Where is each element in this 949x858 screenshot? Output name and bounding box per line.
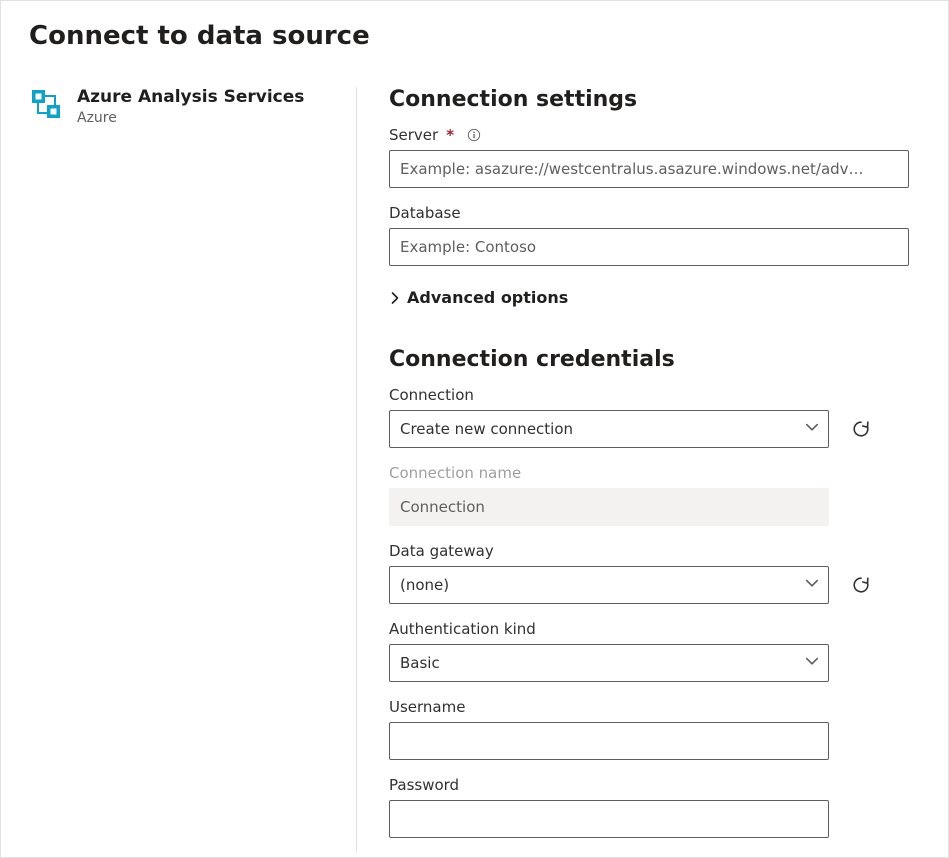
authentication-kind-field: Authentication kind Basic: [389, 620, 912, 682]
username-field: Username: [389, 698, 912, 760]
password-label: Password: [389, 776, 912, 794]
azure-analysis-services-icon: [29, 87, 63, 121]
connection-field: Connection Create new connection: [389, 386, 912, 448]
refresh-icon: [851, 419, 871, 439]
connection-settings-heading: Connection settings: [389, 87, 912, 112]
datasource-category: Azure: [77, 110, 304, 126]
content-area: Azure Analysis Services Azure Connection…: [29, 87, 920, 853]
authentication-kind-select[interactable]: Basic: [389, 644, 829, 682]
datasource-item: Azure Analysis Services Azure: [29, 87, 336, 126]
username-label: Username: [389, 698, 912, 716]
datasource-name: Azure Analysis Services: [77, 87, 304, 108]
server-input[interactable]: [389, 150, 909, 188]
required-mark: *: [446, 126, 454, 144]
authentication-kind-label: Authentication kind: [389, 620, 912, 638]
server-field: Server *: [389, 126, 912, 188]
advanced-options-label: Advanced options: [407, 288, 568, 307]
server-label: Server *: [389, 126, 912, 144]
database-label: Database: [389, 204, 912, 222]
refresh-connections-button[interactable]: [847, 415, 875, 443]
refresh-icon: [851, 575, 871, 595]
advanced-options-toggle[interactable]: Advanced options: [389, 288, 568, 307]
password-field: Password: [389, 776, 912, 838]
connection-credentials-heading: Connection credentials: [389, 347, 912, 372]
data-gateway-select-button[interactable]: (none): [389, 566, 829, 604]
username-input[interactable]: [389, 722, 829, 760]
connection-name-field: Connection name: [389, 464, 912, 526]
database-input[interactable]: [389, 228, 909, 266]
connection-label: Connection: [389, 386, 912, 404]
page-title: Connect to data source: [29, 21, 920, 51]
password-input[interactable]: [389, 800, 829, 838]
connect-panel: Connect to data source Azure Analysis Se…: [0, 0, 949, 858]
data-gateway-field: Data gateway (none): [389, 542, 912, 604]
connection-name-input: [389, 488, 829, 526]
data-gateway-select[interactable]: (none): [389, 566, 829, 604]
datasource-column: Azure Analysis Services Azure: [29, 87, 357, 853]
chevron-right-icon: [389, 292, 401, 304]
info-icon[interactable]: [466, 127, 482, 143]
form-column: Connection settings Server *: [357, 87, 920, 853]
database-field: Database: [389, 204, 912, 266]
connection-select-button[interactable]: Create new connection: [389, 410, 829, 448]
authentication-kind-select-button[interactable]: Basic: [389, 644, 829, 682]
connection-select[interactable]: Create new connection: [389, 410, 829, 448]
connection-name-label: Connection name: [389, 464, 912, 482]
data-gateway-label: Data gateway: [389, 542, 912, 560]
refresh-gateways-button[interactable]: [847, 571, 875, 599]
